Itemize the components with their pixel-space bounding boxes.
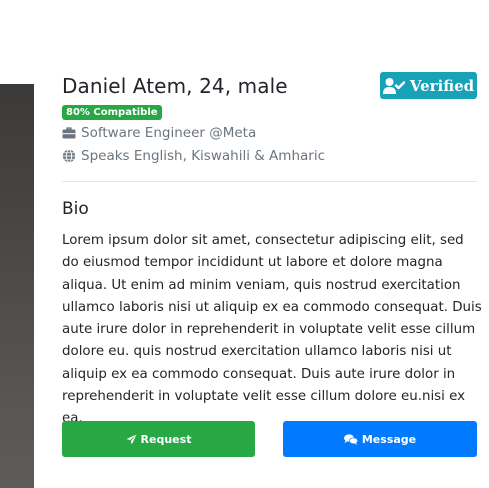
compatibility-badge: 80% Compatible [62,105,162,120]
verified-badge: Verified [380,72,477,99]
name-row: Daniel Atem, 24, male Verified [62,70,477,104]
briefcase-icon [62,127,76,139]
request-button[interactable]: Request [62,421,255,457]
globe-icon [62,149,76,163]
languages-text: Speaks English, Kiswahili & Amharic [81,148,325,164]
paper-plane-icon [126,434,137,444]
message-button[interactable]: Message [283,421,477,457]
profile-name: Daniel Atem, 24, male [62,74,288,98]
occupation-text: Software Engineer @Meta [81,125,257,141]
message-label: Message [361,432,417,446]
bio-title: Bio [62,199,89,219]
request-label: Request [140,432,192,446]
bio-text: Lorem ipsum dolor sit amet, consectetur … [62,233,482,427]
languages-line: Speaks English, Kiswahili & Amharic [62,148,325,164]
occupation-line: Software Engineer @Meta [62,125,256,141]
user-check-icon [382,77,405,94]
divider [62,181,477,182]
verified-label: Verified [409,76,475,95]
profile-photo [0,84,34,488]
profile-header: Daniel Atem, 24, male Verified 80% Compa… [62,70,477,164]
chat-bubbles-icon [343,433,358,445]
